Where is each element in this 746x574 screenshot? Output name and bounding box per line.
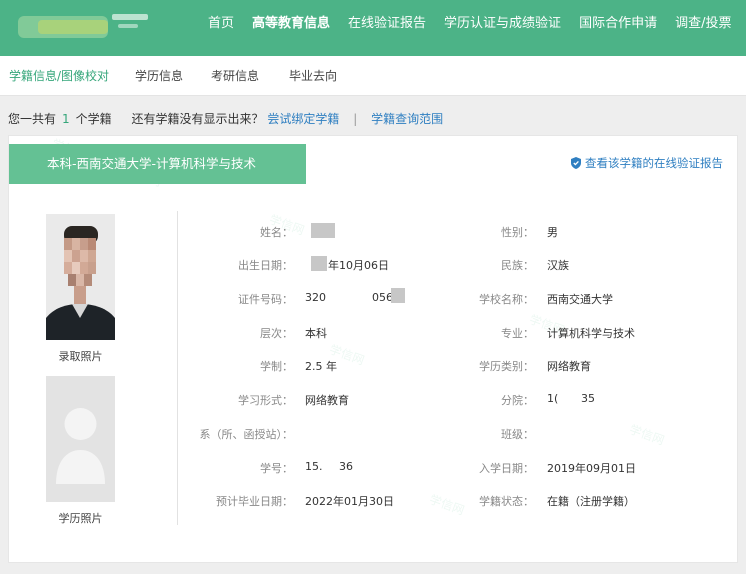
verify-link-label: 查看该学籍的在线验证报告 — [585, 156, 723, 170]
branch-label: 分院： — [501, 394, 534, 407]
enrollment-photo-label: 录取照片 — [58, 350, 103, 363]
branch-suffix: 35 — [581, 392, 595, 405]
status-label: 学籍状态： — [479, 495, 534, 508]
birth-label: 出生日期： — [238, 259, 293, 272]
duration-label: 学制： — [260, 360, 293, 373]
name-redaction — [311, 223, 335, 238]
top-nav: 首页 高等教育信息 在线验证报告 学历认证与成绩验证 国际合作申请 调查/投票 — [208, 0, 746, 56]
edu-type-value: 网络教育 — [547, 360, 591, 373]
topnav-degree-certification[interactable]: 学历认证与成绩验证 — [444, 0, 561, 56]
watermark: 学信网 — [627, 422, 667, 448]
duration-value: 2.5 年 — [305, 360, 337, 373]
school-value: 西南交通大学 — [547, 293, 613, 306]
ethnicity-label: 民族： — [501, 259, 534, 272]
student-no-suffix: 36 — [339, 460, 353, 473]
subnav-enrollment-info[interactable]: 学籍信息/图像校对 — [9, 56, 109, 96]
summary-suffix: 个学籍 — [75, 112, 112, 126]
birth-year-redaction — [311, 256, 327, 271]
topnav-home[interactable]: 首页 — [208, 0, 234, 56]
study-form-label: 学习形式： — [238, 394, 293, 407]
site-logo[interactable] — [18, 10, 148, 42]
student-no-label: 学号： — [260, 462, 293, 475]
enrollment-photo — [46, 214, 115, 340]
subnav-graduate-destination[interactable]: 毕业去向 — [289, 56, 337, 96]
summary-prefix: 您一共有 — [8, 112, 57, 126]
birth-value: 年10月06日 — [328, 259, 389, 272]
school-label: 学校名称： — [479, 293, 534, 306]
id-number-label: 证件号码： — [238, 293, 293, 306]
degree-photo-label: 学历照片 — [58, 512, 103, 525]
shield-icon — [571, 157, 581, 169]
summary-separator: | — [353, 112, 358, 126]
grad-date-label: 预计毕业日期： — [216, 495, 293, 508]
topnav-online-verification[interactable]: 在线验证报告 — [348, 0, 426, 56]
major-value: 计算机科学与技术 — [547, 327, 635, 340]
topnav-higher-education[interactable]: 高等教育信息 — [252, 0, 330, 56]
grad-date-value: 2022年01月30日 — [305, 495, 394, 508]
topnav-survey[interactable]: 调查/投票 — [675, 0, 731, 56]
record-summary: 您一共有 1 个学籍 还有学籍没有显示出来？ 尝试绑定学籍 | 学籍查询范围 — [8, 110, 443, 127]
id-number-redaction — [391, 288, 405, 303]
id-number-suffix: 056 — [372, 291, 393, 304]
enrollment-record-card: 学信网 学信网 学信网 学信网 学信网 学信网 学信网 学信网 本科-西南交通大… — [8, 135, 738, 563]
study-form-value: 网络教育 — [305, 394, 349, 407]
department-label: 系（所、函授站）： — [199, 428, 294, 441]
record-count: 1 — [62, 112, 70, 126]
name-label: 姓名： — [260, 226, 293, 239]
subnav-degree-info[interactable]: 学历信息 — [135, 56, 183, 96]
edu-type-label: 学历类别： — [479, 360, 534, 373]
gender-label: 性别： — [501, 226, 534, 239]
degree-photo-placeholder — [46, 376, 115, 502]
topnav-international[interactable]: 国际合作申请 — [579, 0, 657, 56]
level-label: 层次： — [260, 327, 293, 340]
view-verification-report-link[interactable]: 查看该学籍的在线验证报告 — [571, 155, 723, 171]
enroll-date-value: 2019年09月01日 — [547, 462, 636, 475]
top-navbar: 首页 高等教育信息 在线验证报告 学历认证与成绩验证 国际合作申请 调查/投票 — [0, 0, 746, 56]
subnav-postgrad-info[interactable]: 考研信息 — [211, 56, 259, 96]
sub-navbar: 学籍信息/图像校对 学历信息 考研信息 毕业去向 — [0, 56, 746, 96]
query-scope-link[interactable]: 学籍查询范围 — [371, 112, 443, 126]
major-label: 专业： — [501, 327, 534, 340]
ethnicity-value: 汉族 — [547, 259, 569, 272]
record-title: 本科-西南交通大学-计算机科学与技术 — [9, 144, 306, 184]
bind-record-link[interactable]: 尝试绑定学籍 — [267, 112, 339, 126]
id-number-prefix: 320 — [305, 291, 326, 304]
gender-value: 男 — [547, 226, 558, 239]
branch-prefix: 1( — [547, 392, 559, 405]
student-no-prefix: 15. — [305, 460, 323, 473]
enroll-date-label: 入学日期： — [479, 462, 534, 475]
class-label: 班级： — [501, 428, 534, 441]
status-value: 在籍（注册学籍） — [547, 495, 635, 508]
level-value: 本科 — [305, 327, 327, 340]
missing-record-question: 还有学籍没有显示出来？ — [131, 112, 264, 126]
